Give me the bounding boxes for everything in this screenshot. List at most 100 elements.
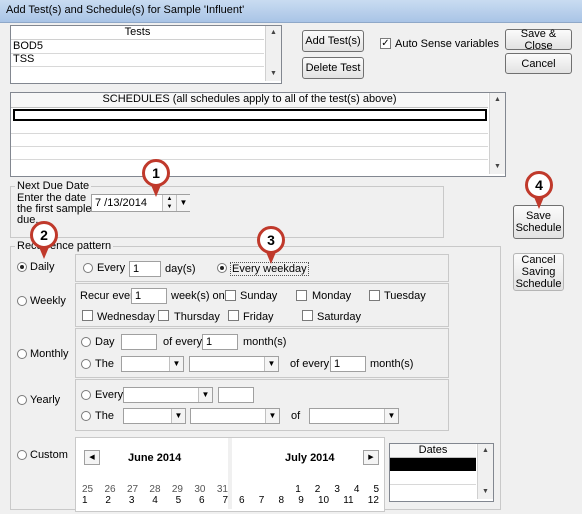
cancel-button[interactable]: Cancel	[505, 53, 572, 74]
scroll-down-icon[interactable]: ▼	[490, 160, 505, 174]
calendar-month-2: July 2014	[285, 452, 335, 464]
days-input[interactable]: 1	[129, 261, 161, 277]
monthly-months-input-2[interactable]: 1	[330, 356, 366, 372]
every-weekday-radio[interactable]	[217, 263, 227, 273]
thursday-label: Thursday	[174, 311, 220, 323]
friday-checkbox[interactable]	[228, 310, 239, 321]
schedule-row-selected[interactable]	[13, 109, 487, 121]
date-spin-icon[interactable]: ▲ ▼	[162, 195, 176, 211]
monthly-months-label-2: month(s)	[370, 358, 414, 370]
weekly-label: Weekly	[30, 295, 66, 307]
monthly-ordinal-select[interactable]: ▼	[121, 356, 184, 372]
wednesday-checkbox[interactable]	[82, 310, 93, 321]
schedules-list[interactable]: SCHEDULES (all schedules apply to all of…	[10, 92, 506, 177]
yearly-radio[interactable]	[17, 395, 27, 405]
custom-calendar[interactable]: ◀ June 2014 July 2014 ▶ 25 26 27 28 29 30 31 1…	[75, 437, 385, 512]
monthly-the-radio[interactable]	[81, 359, 91, 369]
custom-radio[interactable]	[17, 450, 27, 460]
date-dropdown-icon[interactable]: ▼	[176, 195, 190, 211]
weeks-input[interactable]: 1	[131, 288, 167, 304]
thursday-checkbox[interactable]	[158, 310, 169, 321]
tests-scrollbar[interactable]: ▲ ▼	[265, 26, 281, 81]
yearly-every-radio[interactable]	[81, 390, 91, 400]
delete-test-button[interactable]: Delete Test	[302, 57, 364, 79]
yearly-month-select[interactable]: ▼	[123, 387, 213, 403]
recurrence-legend: Recurrence pattern	[15, 240, 114, 252]
callout-3: 3	[257, 226, 285, 254]
tuesday-label: Tuesday	[384, 290, 426, 302]
scroll-up-icon[interactable]: ▲	[478, 444, 493, 458]
chevron-down-icon: ▼	[384, 409, 398, 423]
auto-sense-label: Auto Sense variables	[395, 38, 499, 50]
days-unit-label: day(s)	[165, 263, 196, 275]
yearly-day-input[interactable]	[218, 387, 254, 403]
monday-label: Monday	[312, 290, 352, 302]
every-weekday-label: Every weekday	[230, 262, 309, 276]
chevron-down-icon: ▼	[171, 409, 185, 423]
scroll-up-icon[interactable]: ▲	[266, 26, 281, 40]
monthly-of-every-label: of every	[163, 336, 203, 348]
callout-4: 4	[525, 171, 553, 199]
monthly-months-input[interactable]: 1	[202, 334, 238, 350]
test-item[interactable]: TSS	[13, 53, 34, 65]
monthly-weekday-select[interactable]: ▼	[189, 356, 279, 372]
yearly-ordinal-select[interactable]: ▼	[123, 408, 186, 424]
weeks-unit-label: week(s) on:	[171, 290, 228, 302]
scroll-down-icon[interactable]: ▼	[478, 485, 493, 499]
custom-label: Custom	[30, 449, 68, 461]
save-close-button[interactable]: Save & Close	[505, 28, 572, 52]
prev-month-button[interactable]: ◀	[84, 450, 100, 465]
window-title: Add Test(s) and Schedule(s) for Sample '…	[6, 4, 245, 16]
tests-header: Tests	[11, 26, 264, 40]
friday-label: Friday	[243, 311, 274, 323]
dates-header: Dates	[390, 444, 476, 458]
next-month-button[interactable]: ▶	[363, 450, 379, 465]
title-bar: Add Test(s) and Schedule(s) for Sample '…	[0, 0, 582, 23]
saturday-label: Saturday	[317, 311, 362, 323]
daily-radio[interactable]	[17, 262, 27, 272]
dates-scrollbar[interactable]: ▲ ▼	[477, 444, 493, 499]
dates-list[interactable]: Dates ▲ ▼	[389, 443, 494, 502]
scroll-up-icon[interactable]: ▲	[490, 93, 505, 107]
every-n-days-radio[interactable]	[83, 263, 93, 273]
auto-sense-checkbox[interactable]: ✓	[380, 38, 391, 49]
chevron-down-icon: ▼	[264, 357, 278, 371]
monthly-day-radio[interactable]	[81, 337, 91, 347]
schedules-header: SCHEDULES (all schedules apply to all of…	[11, 93, 488, 108]
chevron-down-icon: ▼	[169, 357, 183, 371]
callout-1-arrow-icon	[151, 185, 161, 197]
tuesday-checkbox[interactable]	[369, 290, 380, 301]
callout-4-arrow-icon	[534, 197, 544, 209]
calendar-2-dates: 12345 6 7 8 9 10 11 12	[239, 484, 379, 506]
callout-2: 2	[30, 221, 58, 249]
saturday-checkbox[interactable]	[302, 310, 313, 321]
wednesday-label: Wednesday	[97, 311, 155, 323]
monthly-radio[interactable]	[17, 349, 27, 359]
yearly-month-select-2[interactable]: ▼	[309, 408, 399, 424]
yearly-the-label: The	[95, 410, 114, 422]
add-tests-button[interactable]: Add Test(s)	[302, 30, 364, 52]
weekly-radio[interactable]	[17, 296, 27, 306]
chevron-down-icon: ▼	[265, 409, 279, 423]
monthly-label: Monthly	[30, 348, 69, 360]
yearly-label: Yearly	[30, 394, 61, 406]
monthly-the-label: The	[95, 358, 114, 370]
chevron-down-icon: ▼	[198, 388, 212, 402]
test-item[interactable]: BOD5	[13, 40, 43, 52]
sunday-checkbox[interactable]	[225, 290, 236, 301]
monthly-day-label: Day	[95, 336, 115, 348]
callout-3-arrow-icon	[266, 252, 276, 264]
cancel-saving-schedule-button[interactable]: Cancel Saving Schedule	[513, 253, 564, 291]
schedules-scrollbar[interactable]: ▲ ▼	[489, 93, 505, 174]
yearly-the-radio[interactable]	[81, 411, 91, 421]
scroll-down-icon[interactable]: ▼	[266, 67, 281, 81]
next-due-legend: Next Due Date	[15, 180, 92, 192]
monthly-day-input[interactable]	[121, 334, 157, 350]
dates-row-selected[interactable]	[390, 458, 476, 471]
save-schedule-button[interactable]: Save Schedule	[513, 205, 564, 239]
yearly-weekday-select[interactable]: ▼	[190, 408, 280, 424]
yearly-every-label: Every	[95, 389, 124, 401]
monday-checkbox[interactable]	[296, 290, 307, 301]
monthly-months-label: month(s)	[243, 336, 287, 348]
tests-list[interactable]: Tests BOD5 TSS ▲ ▼	[10, 25, 282, 84]
